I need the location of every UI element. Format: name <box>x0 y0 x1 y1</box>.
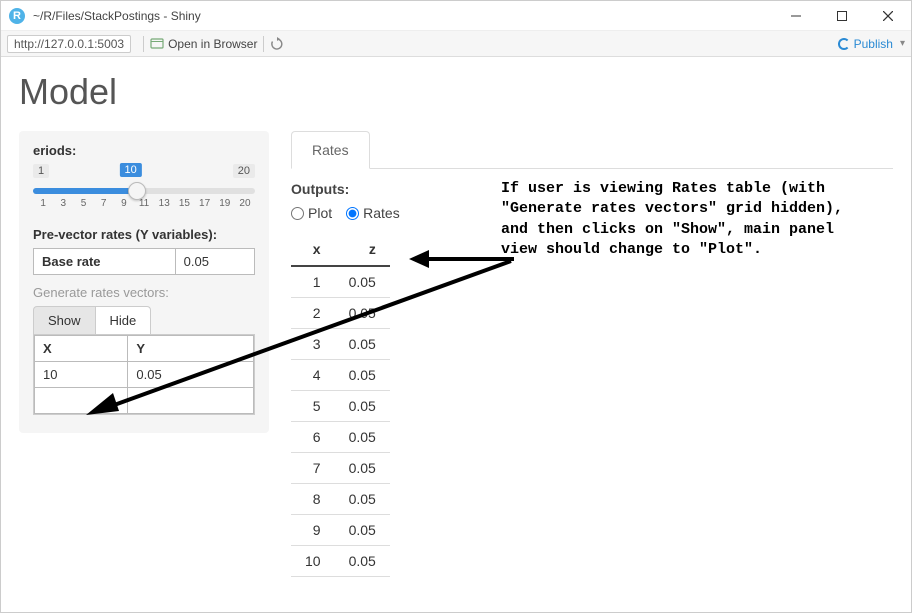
table-row: 50.05 <box>291 391 390 422</box>
table-row: 60.05 <box>291 422 390 453</box>
radio-rates-input[interactable] <box>346 207 359 220</box>
publish-icon <box>838 38 850 50</box>
show-tab[interactable]: Show <box>33 306 96 334</box>
table-row: 100.05 <box>291 546 390 577</box>
toolbar-separator <box>143 36 144 52</box>
base-rate-value[interactable]: 0.05 <box>175 249 254 275</box>
main-tabset: Rates <box>291 131 893 169</box>
table-row: 10.05 <box>291 266 390 298</box>
open-in-browser-button[interactable]: Open in Browser <box>150 37 257 51</box>
dropdown-arrow-icon: ▾ <box>900 38 905 49</box>
table-row[interactable]: 10 0.05 <box>35 362 254 388</box>
slider-fill <box>33 188 137 194</box>
window-titlebar: R ~/R/Files/StackPostings - Shiny <box>1 1 911 31</box>
slider-min: 1 <box>33 164 49 178</box>
radio-plot-label: Plot <box>308 205 332 221</box>
table-row: 30.05 <box>291 329 390 360</box>
periods-slider[interactable]: 1 20 10 1 3 5 7 9 11 13 15 17 <box>33 164 255 209</box>
xy-header-y: Y <box>128 336 254 362</box>
window-close-button[interactable] <box>865 1 911 31</box>
open-in-browser-label: Open in Browser <box>168 37 257 51</box>
window-title: ~/R/Files/StackPostings - Shiny <box>33 9 773 23</box>
rates-data-table: x z 10.0520.0530.0540.0550.0560.0570.058… <box>291 233 390 577</box>
generate-rates-label: Generate rates vectors: <box>33 285 255 300</box>
table-row: 70.05 <box>291 453 390 484</box>
url-display[interactable]: http://127.0.0.1:5003 <box>7 35 131 53</box>
base-rate-label: Base rate <box>34 249 176 275</box>
window-minimize-button[interactable] <box>773 1 819 31</box>
prevector-table: Base rate 0.05 <box>33 248 255 275</box>
browser-icon <box>150 37 164 51</box>
page-title: Model <box>19 71 893 113</box>
radio-plot-input[interactable] <box>291 207 304 220</box>
table-row: 40.05 <box>291 360 390 391</box>
reload-button[interactable] <box>270 37 284 51</box>
publish-button[interactable]: Publish ▾ <box>838 37 905 51</box>
xy-table-container: X Y 10 0.05 <box>33 334 255 415</box>
periods-label: eriods: <box>33 143 255 158</box>
xy-table: X Y 10 0.05 <box>34 335 254 414</box>
app-icon: R <box>9 8 25 24</box>
radio-rates-label: Rates <box>363 205 400 221</box>
slider-value-bubble: 10 <box>120 163 142 177</box>
slider-thumb[interactable] <box>128 182 146 200</box>
slider-max: 20 <box>233 164 255 178</box>
prevector-label: Pre-vector rates (Y variables): <box>33 227 255 242</box>
table-row: 90.05 <box>291 515 390 546</box>
publish-label: Publish <box>854 37 893 51</box>
radio-rates[interactable]: Rates <box>346 205 400 221</box>
tab-rates[interactable]: Rates <box>291 131 370 169</box>
window-maximize-button[interactable] <box>819 1 865 31</box>
table-row: 80.05 <box>291 484 390 515</box>
col-header-z: z <box>335 233 390 266</box>
xy-header-x: X <box>35 336 128 362</box>
toolbar: http://127.0.0.1:5003 Open in Browser Pu… <box>1 31 911 57</box>
annotation-text: If user is viewing Rates table (with "Ge… <box>501 179 871 260</box>
reload-icon <box>270 37 284 51</box>
radio-plot[interactable]: Plot <box>291 205 332 221</box>
sidebar-panel: eriods: 1 20 10 1 3 5 7 9 11 <box>19 131 269 433</box>
table-row[interactable] <box>35 388 254 414</box>
col-header-x: x <box>291 233 335 266</box>
toolbar-separator <box>263 36 264 52</box>
slider-track[interactable] <box>33 188 255 194</box>
hide-tab[interactable]: Hide <box>96 306 152 334</box>
slider-ticks: 1 3 5 7 9 11 13 15 17 19 20 <box>33 198 255 209</box>
table-row: 20.05 <box>291 298 390 329</box>
